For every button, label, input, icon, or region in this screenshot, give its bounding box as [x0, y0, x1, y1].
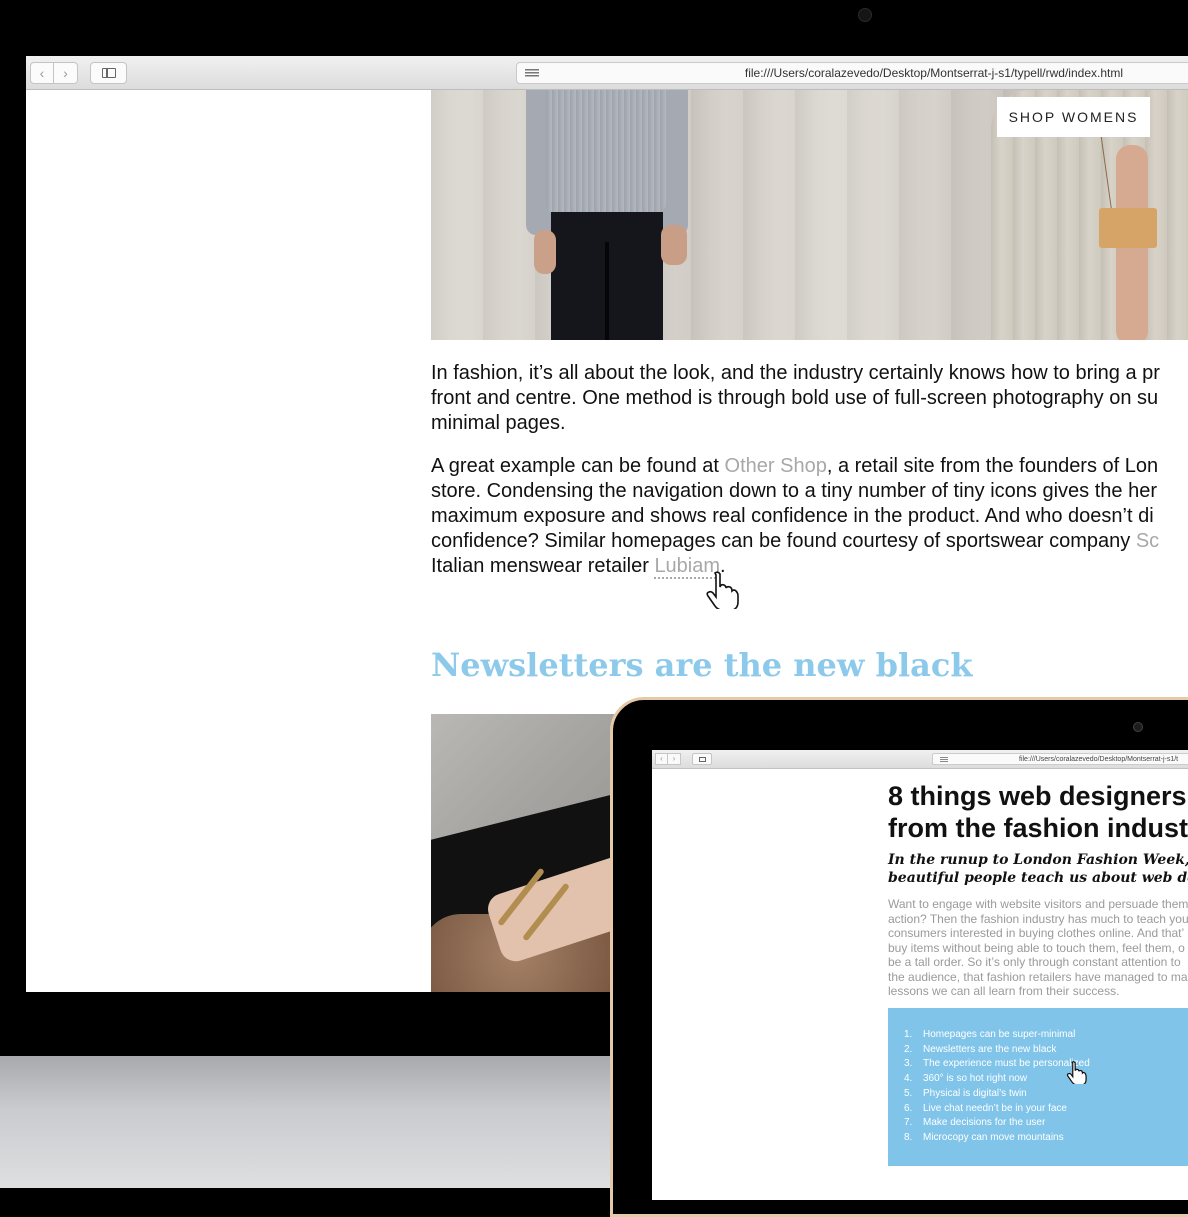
chevron-left-icon: ‹: [39, 65, 45, 81]
toc-number: 5.: [904, 1087, 913, 1099]
other-shop-link[interactable]: Other Shop: [725, 455, 827, 477]
toc-number: 3.: [904, 1058, 913, 1070]
toc-label: The experience must be personalized: [923, 1058, 1090, 1070]
sidebar-toggle-button[interactable]: [692, 753, 712, 765]
sportswear-link[interactable]: Sc: [1136, 530, 1159, 552]
intro-line: action? Then the fashion industry has mu…: [888, 911, 1188, 926]
table-of-contents: 1. Homepages can be super-minimal 2. Newsl…: [888, 1008, 1188, 1166]
sidebar-toggle-button[interactable]: [90, 62, 127, 84]
toc-item[interactable]: 2. Newsletters are the new black: [904, 1043, 1090, 1058]
toc-label: Make decisions for the user: [923, 1117, 1046, 1129]
paragraph-line: maximum exposure and shows real confiden…: [431, 505, 1154, 527]
url-text: file:///Users/coralazevedo/Desktop/Monts…: [1019, 756, 1179, 763]
toc-number: 2.: [904, 1043, 913, 1055]
forward-button[interactable]: ›: [54, 62, 78, 84]
toc-label: Microcopy can move mountains: [923, 1131, 1064, 1143]
url-text: file:///Users/coralazevedo/Desktop/Monts…: [744, 66, 1123, 80]
title-line: 8 things web designers: [888, 781, 1187, 811]
intro-line: be a tall order. So it’s only through co…: [888, 955, 1181, 969]
toc-number: 7.: [904, 1117, 913, 1129]
camera-icon: [858, 8, 872, 22]
intro-line: lessons we can all learn from their succ…: [888, 984, 1120, 998]
browser-toolbar: ‹ › file:///Users/coralazevedo/Desktop/M…: [652, 750, 1188, 769]
toc-label: Newsletters are the new black: [923, 1043, 1057, 1055]
camera-icon: [1133, 722, 1143, 732]
model-trousers: [551, 212, 663, 340]
article-paragraph-1: In fashion, it’s all about the look, and…: [431, 361, 1188, 436]
section-heading: Newsletters are the new black: [431, 646, 973, 684]
toc-label: Homepages can be super-minimal: [923, 1029, 1076, 1040]
standfirst-line: In the runup to London Fashion Week,: [888, 852, 1188, 868]
toc-number: 4.: [904, 1073, 913, 1085]
toc-item[interactable]: 4. 360° is so hot right now: [904, 1072, 1090, 1087]
laptop-browser-window: ‹ › file:///Users/coralazevedo/Desktop/M…: [652, 750, 1188, 1200]
toc-label: 360° is so hot right now: [923, 1073, 1028, 1085]
paragraph-line: store. Condensing the navigation down to…: [431, 480, 1157, 502]
paragraph-text: , a retail site from the founders of Lon: [826, 455, 1159, 477]
sidebar-icon: [699, 757, 706, 762]
newsletter-image: [431, 714, 631, 992]
address-bar[interactable]: file:///Users/coralazevedo/Desktop/Monts…: [516, 62, 1188, 84]
monitor-bezel-top: [0, 0, 1188, 56]
toc-item[interactable]: 1. Homepages can be super-minimal: [904, 1028, 1090, 1043]
toc-label: Live chat needn’t be in your face: [923, 1102, 1067, 1114]
hand-pointer-cursor-icon: [706, 571, 739, 609]
browser-toolbar: ‹ › file:///Users/coralazevedo/Desktop/M…: [26, 56, 1188, 90]
hero-image: SHOP WOMENS: [431, 90, 1188, 340]
sidebar-icon: [102, 68, 116, 78]
back-button[interactable]: ‹: [30, 62, 54, 84]
toc-item[interactable]: 7. Make decisions for the user: [904, 1116, 1090, 1131]
paragraph-line: In fashion, it’s all about the look, and…: [431, 362, 1160, 384]
title-line: from the fashion indust: [888, 813, 1188, 843]
reader-view-icon[interactable]: [940, 757, 948, 762]
address-bar[interactable]: file:///Users/coralazevedo/Desktop/Monts…: [932, 753, 1188, 765]
toc-number: 1.: [904, 1029, 913, 1040]
toc-item[interactable]: 5. Physical is digital’s twin: [904, 1087, 1090, 1102]
intro-line: buy items without being able to touch th…: [888, 940, 1185, 955]
toc-item[interactable]: 6. Live chat needn’t be in your face: [904, 1102, 1090, 1117]
article-standfirst: In the runup to London Fashion Week, bea…: [888, 851, 1188, 887]
toc-item[interactable]: 8. Microcopy can move mountains: [904, 1131, 1090, 1146]
chevron-right-icon: ›: [63, 65, 68, 81]
intro-line: consumers interested in buying clothes o…: [888, 926, 1185, 940]
toc-number: 8.: [904, 1131, 913, 1143]
paragraph-text: confidence? Similar homepages can be fou…: [431, 530, 1136, 552]
toc-number: 6.: [904, 1102, 913, 1114]
paragraph-text: A great example can be found at: [431, 455, 725, 477]
monitor-stand: [0, 1056, 620, 1188]
intro-line: Want to engage with website visitors and…: [888, 897, 1188, 911]
article-paragraph-2: A great example can be found at Other Sh…: [431, 454, 1188, 579]
model-hand: [534, 230, 556, 274]
model-shirt: [546, 90, 666, 215]
toc-item[interactable]: 3. The experience must be personalized: [904, 1057, 1090, 1072]
paragraph-line: front and centre. One method is through …: [431, 387, 1159, 409]
article-title: 8 things web designers from the fashion …: [888, 780, 1188, 844]
handbag: [1099, 208, 1157, 248]
toc-list: 1. Homepages can be super-minimal 2. Newsl…: [904, 1028, 1090, 1146]
article-intro: Want to engage with website visitors and…: [888, 897, 1188, 999]
toc-label: Physical is digital’s twin: [923, 1087, 1027, 1099]
chevron-right-icon: ›: [672, 754, 676, 763]
chevron-left-icon: ‹: [660, 754, 663, 763]
forward-button[interactable]: ›: [668, 753, 681, 765]
intro-line: the audience, that fashion retailers hav…: [888, 969, 1188, 984]
back-button[interactable]: ‹: [655, 753, 668, 765]
model-hand: [661, 225, 687, 265]
paragraph-text: Italian menswear retailer: [431, 555, 655, 577]
paragraph-line: minimal pages.: [431, 412, 566, 434]
shop-womens-button[interactable]: SHOP WOMENS: [997, 97, 1150, 137]
hand-pointer-cursor-icon: [1066, 1061, 1087, 1084]
standfirst-line: beautiful people teach us about web de: [888, 870, 1188, 886]
